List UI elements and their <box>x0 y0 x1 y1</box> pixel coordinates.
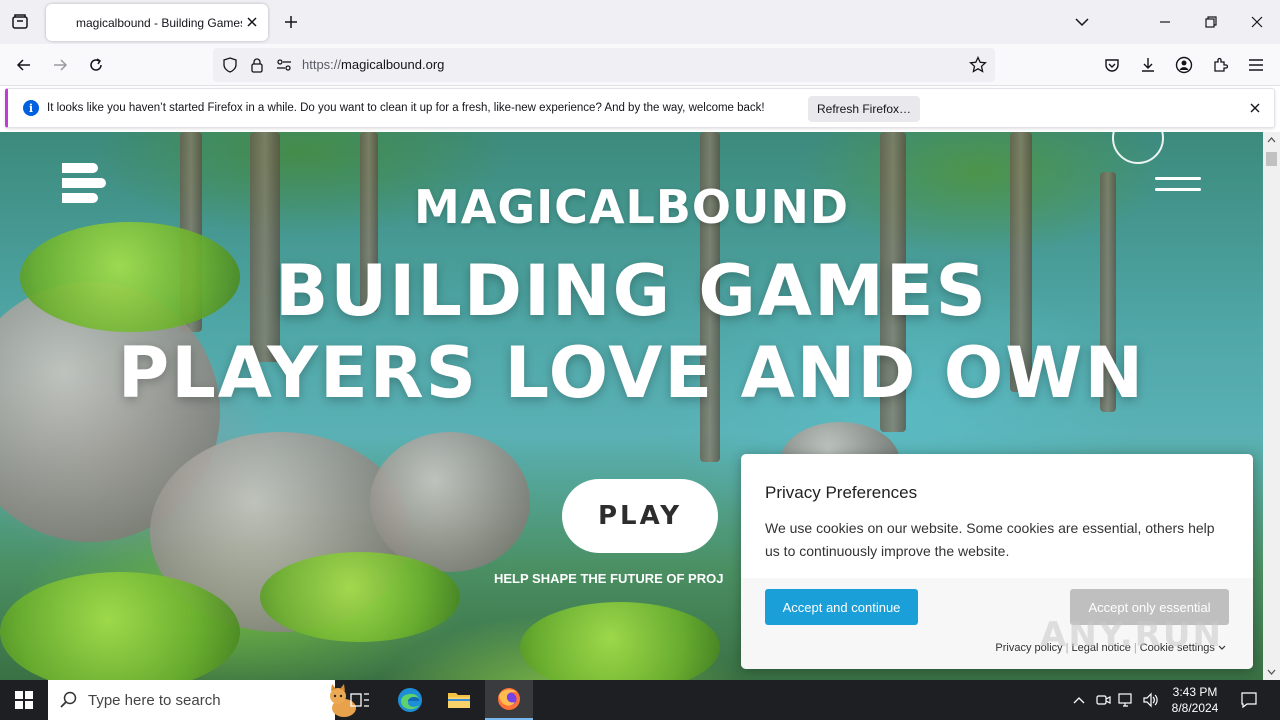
moss <box>260 552 460 642</box>
scroll-up-arrow-icon[interactable] <box>1263 132 1280 148</box>
action-center-button[interactable] <box>1234 680 1264 720</box>
taskbar-search-box[interactable]: Type here to search <box>48 680 356 720</box>
url-scheme: https:// <box>302 57 342 72</box>
chevron-down-icon <box>1075 18 1089 27</box>
close-icon <box>1251 16 1263 28</box>
accept-and-continue-button[interactable]: Accept and continue <box>765 589 918 625</box>
browser-tab[interactable]: magicalbound - Building Games <box>46 4 268 41</box>
play-button[interactable]: PLAY <box>562 479 718 553</box>
tab-title: magicalbound - Building Games <box>76 15 242 30</box>
meet-now-icon[interactable] <box>1094 691 1112 709</box>
network-icon[interactable] <box>1118 691 1136 709</box>
task-view-icon <box>350 693 369 707</box>
hamburger-icon <box>1249 59 1263 71</box>
lock-icon[interactable] <box>247 55 267 75</box>
shield-icon[interactable] <box>220 55 240 75</box>
app-menu-button[interactable] <box>1242 51 1270 79</box>
help-shape-text[interactable]: HELP SHAPE THE FUTURE OF PROJ <box>494 571 723 586</box>
back-button[interactable] <box>10 51 38 79</box>
notification-center-icon <box>1241 692 1257 709</box>
hero-headline-line-1: BUILDING GAMES <box>275 250 988 332</box>
tab-close-icon[interactable] <box>244 14 260 30</box>
notification-message: It looks like you haven’t started Firefo… <box>47 102 765 114</box>
close-window-button[interactable] <box>1242 8 1272 36</box>
navigation-toolbar: https://magicalbound.org <box>0 44 1280 86</box>
downloads-button[interactable] <box>1134 51 1162 79</box>
firefox-view-button[interactable] <box>6 8 34 36</box>
cookie-dialog-title: Privacy Preferences <box>765 483 918 502</box>
url-text[interactable]: https://magicalbound.org <box>302 57 444 72</box>
bookmark-star-icon[interactable] <box>968 55 988 75</box>
tab-list-dropdown[interactable] <box>1067 8 1097 36</box>
start-button[interactable] <box>0 680 48 720</box>
edge-icon <box>398 688 422 712</box>
minimize-button[interactable] <box>1150 8 1180 36</box>
scroll-thumb[interactable] <box>1266 152 1277 166</box>
tray-overflow-chevron-icon[interactable] <box>1070 691 1088 709</box>
volume-icon[interactable] <box>1142 691 1160 709</box>
windows-taskbar: Type here to search 3:43 PM 8/8/2024 <box>0 680 1280 720</box>
reload-icon <box>90 58 102 71</box>
moss <box>520 602 720 680</box>
hero-headline-line-2: PLAYERS LOVE AND OWN <box>117 332 1146 414</box>
extensions-button[interactable] <box>1206 51 1234 79</box>
brand-title: MAGICALBOUND <box>413 180 850 234</box>
cookie-dialog-body: We use cookies on our website. Some cook… <box>765 520 1215 559</box>
account-icon <box>1175 56 1193 74</box>
refresh-firefox-notification: i It looks like you haven’t started Fire… <box>5 88 1275 128</box>
pocket-button[interactable] <box>1098 51 1126 79</box>
restore-icon <box>1205 16 1217 28</box>
url-host: magicalbound.org <box>341 57 445 72</box>
taskbar-clock[interactable]: 3:43 PM 8/8/2024 <box>1168 684 1222 716</box>
reload-button[interactable] <box>82 51 110 79</box>
plus-icon <box>285 16 297 28</box>
firefox-view-icon <box>12 14 28 29</box>
arrow-right-icon <box>54 59 68 71</box>
anyrun-watermark: ANY.RUN <box>1040 615 1223 655</box>
rock <box>370 432 530 572</box>
minimize-icon <box>1160 21 1170 23</box>
scroll-ring-decoration <box>1112 132 1164 164</box>
permissions-icon[interactable] <box>274 55 294 75</box>
firefox-taskbar-button[interactable] <box>485 680 533 720</box>
tab-strip: magicalbound - Building Games <box>0 0 1280 44</box>
clock-time: 3:43 PM <box>1172 685 1218 699</box>
forward-button[interactable] <box>46 51 74 79</box>
taskbar-search-placeholder: Type here to search <box>88 692 221 709</box>
file-explorer-taskbar-button[interactable] <box>435 680 483 720</box>
folder-icon <box>448 693 470 708</box>
scroll-down-arrow-icon[interactable] <box>1263 664 1280 680</box>
firefox-icon <box>498 688 520 710</box>
moss <box>0 572 240 680</box>
info-icon: i <box>23 100 39 116</box>
page-scrollbar[interactable] <box>1263 132 1280 680</box>
url-bar[interactable]: https://magicalbound.org <box>213 48 995 82</box>
account-button[interactable] <box>1170 51 1198 79</box>
pocket-icon <box>1105 59 1119 72</box>
task-view-button[interactable] <box>336 680 384 720</box>
puzzle-icon <box>1214 57 1228 72</box>
search-icon <box>60 691 77 708</box>
download-icon <box>1142 58 1154 72</box>
notification-close-icon[interactable] <box>1248 101 1262 115</box>
edge-taskbar-button[interactable] <box>386 680 434 720</box>
clock-date: 8/8/2024 <box>1171 701 1219 715</box>
restore-button[interactable] <box>1196 8 1226 36</box>
new-tab-button[interactable] <box>278 9 304 35</box>
arrow-left-icon <box>16 59 30 71</box>
windows-logo-icon <box>15 691 33 709</box>
refresh-firefox-button[interactable]: Refresh Firefox… <box>808 96 920 122</box>
